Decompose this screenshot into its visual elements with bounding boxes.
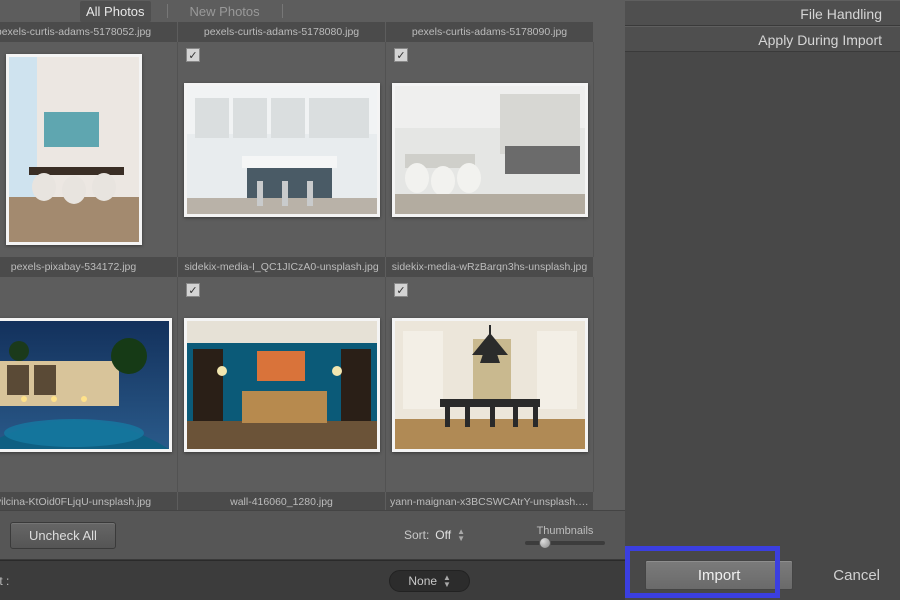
photo-cell[interactable]: pexels-curtis-adams-5178080.jpg ✓ (178, 22, 386, 257)
sort-control[interactable]: Sort: Off ▲▼ (404, 528, 465, 542)
photo-cell[interactable]: vilcina-KtOid0FLjqU-unsplash.jpg (0, 492, 178, 510)
thumbnail-image[interactable] (392, 83, 588, 217)
photo-cell[interactable]: yann-maignan-x3BCSWCAtrY-unsplash.jpg (386, 492, 594, 510)
thumbnail-wrap[interactable] (0, 277, 178, 492)
photo-cell[interactable]: sidekix-media-I_QC1JICzA0-unsplash.jpg ✓ (178, 257, 386, 492)
thumbnail-size-control: Thumbnails (525, 525, 605, 545)
thumbnail-image[interactable] (0, 318, 172, 452)
thumbnail-image[interactable] (392, 318, 588, 452)
filename-label: wall-416060_1280.jpg (178, 492, 386, 510)
uncheck-all-button[interactable]: Uncheck All (10, 522, 116, 549)
photo-cell[interactable]: pexels-pixabay-534172.jpg (0, 257, 178, 492)
slider-handle[interactable] (539, 537, 551, 549)
thumbnail-wrap[interactable] (0, 42, 178, 257)
photo-cell[interactable]: sidekix-media-wRzBarqn3hs-unsplash.jpg ✓ (386, 257, 594, 492)
filename-label: sidekix-media-wRzBarqn3hs-unsplash.jpg (386, 257, 594, 277)
sort-arrows-icon[interactable]: ▲▼ (457, 528, 465, 542)
view-tabs: All Photos New Photos (0, 0, 625, 22)
dropdown-arrows-icon: ▲▼ (443, 574, 451, 588)
preset-label: eset : (0, 574, 9, 588)
thumbnail-image[interactable] (184, 318, 380, 452)
tab-all-photos[interactable]: All Photos (80, 1, 151, 22)
thumbnail-image[interactable] (6, 54, 142, 245)
grid-row: vilcina-KtOid0FLjqU-unsplash.jpg wall-41… (0, 492, 625, 510)
thumbnails-label: Thumbnails (537, 525, 594, 537)
grid-row: pexels-curtis-adams-5178052.jpg (0, 22, 625, 257)
cancel-button[interactable]: Cancel (833, 567, 880, 584)
thumbnail-image[interactable] (184, 83, 380, 217)
section-file-handling[interactable]: File Handling (625, 0, 900, 26)
thumbnail-wrap[interactable]: ✓ (386, 42, 594, 257)
tab-divider (167, 4, 168, 18)
filename-label: pexels-pixabay-534172.jpg (0, 257, 178, 277)
import-main-area: All Photos New Photos pexels-curtis-adam… (0, 0, 625, 600)
filename-label: pexels-curtis-adams-5178052.jpg (0, 22, 178, 42)
photo-checkbox[interactable]: ✓ (394, 283, 408, 297)
tab-divider (282, 4, 283, 18)
photo-cell[interactable]: pexels-curtis-adams-5178090.jpg ✓ (386, 22, 594, 257)
filename-label: sidekix-media-I_QC1JICzA0-unsplash.jpg (178, 257, 386, 277)
photo-grid: pexels-curtis-adams-5178052.jpg (0, 22, 625, 510)
thumbnail-wrap[interactable]: ✓ (178, 277, 386, 492)
photo-checkbox[interactable]: ✓ (186, 283, 200, 297)
import-button[interactable]: Import (645, 560, 793, 590)
filename-label: pexels-curtis-adams-5178090.jpg (386, 22, 594, 42)
sort-value[interactable]: Off (435, 528, 451, 542)
photo-cell[interactable]: wall-416060_1280.jpg (178, 492, 386, 510)
photo-checkbox[interactable]: ✓ (186, 48, 200, 62)
filename-label: vilcina-KtOid0FLjqU-unsplash.jpg (0, 492, 178, 510)
tab-new-photos[interactable]: New Photos (184, 1, 266, 22)
import-side-panel: File Handling Apply During Import Import… (625, 0, 900, 600)
grid-toolbar: Uncheck All Sort: Off ▲▼ Thumbnails (0, 510, 625, 560)
grid-row: pexels-pixabay-534172.jpg (0, 257, 625, 492)
section-apply-during-import[interactable]: Apply During Import (625, 26, 900, 52)
filename-label: yann-maignan-x3BCSWCAtrY-unsplash.jpg (386, 492, 594, 510)
photo-cell[interactable]: pexels-curtis-adams-5178052.jpg (0, 22, 178, 257)
sort-label: Sort: (404, 528, 429, 542)
footer-buttons: Import Cancel (625, 560, 900, 590)
thumbnail-wrap[interactable]: ✓ (178, 42, 386, 257)
photo-checkbox[interactable]: ✓ (394, 48, 408, 62)
thumbnail-wrap[interactable]: ✓ (386, 277, 594, 492)
thumbnail-size-slider[interactable] (525, 541, 605, 545)
filename-label: pexels-curtis-adams-5178080.jpg (178, 22, 386, 42)
preset-dropdown[interactable]: None ▲▼ (389, 570, 470, 592)
preset-value: None (408, 574, 437, 588)
preset-strip: eset : None ▲▼ (0, 560, 625, 600)
